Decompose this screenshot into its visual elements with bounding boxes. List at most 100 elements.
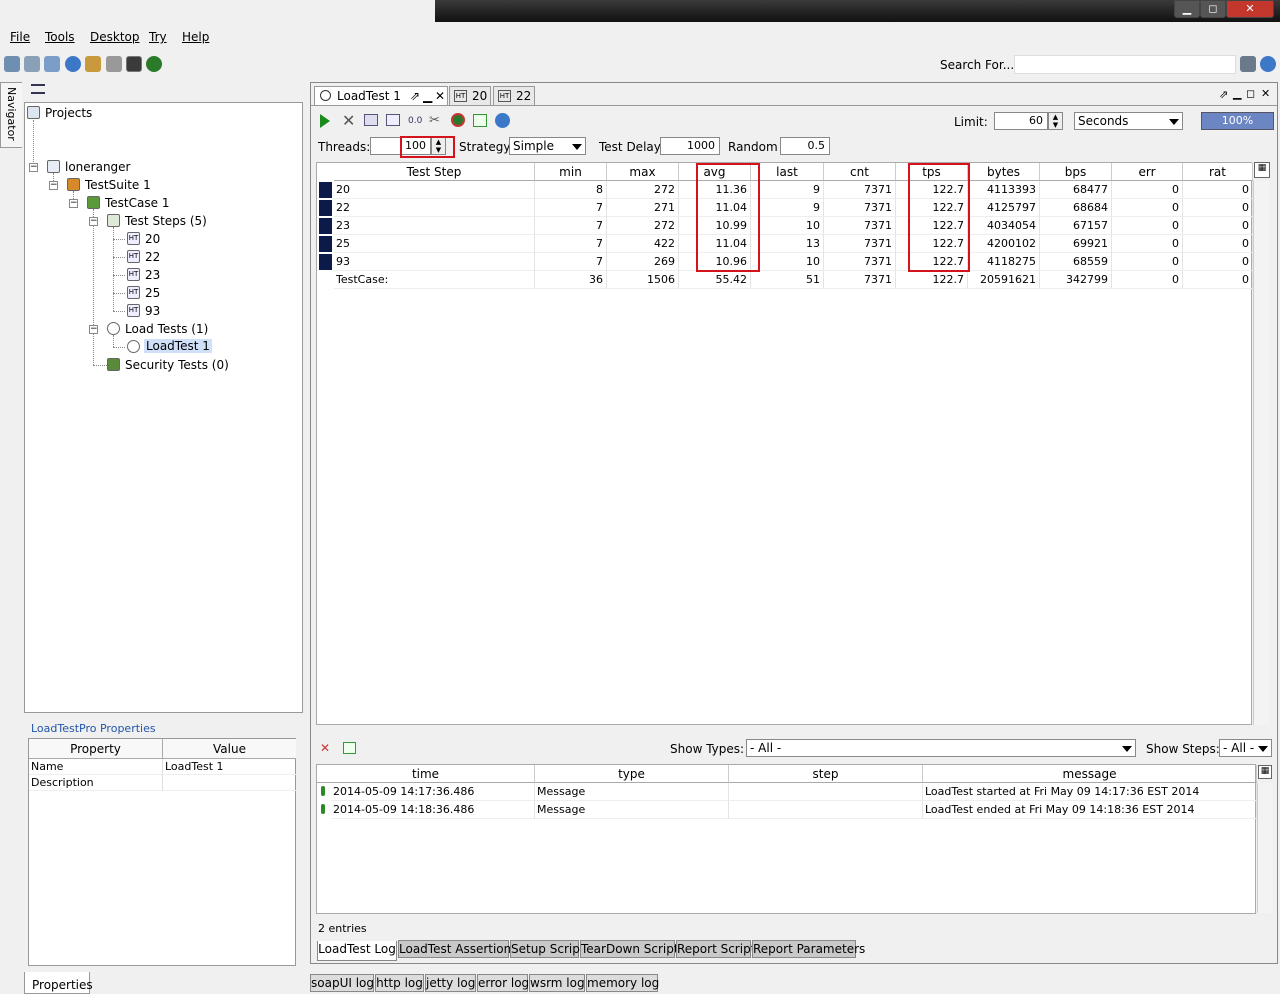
column-chooser-icon[interactable]: ▦ (1254, 162, 1270, 178)
log-header-message[interactable]: message (923, 765, 1257, 783)
proxy-icon[interactable] (126, 56, 142, 72)
tab-report-script[interactable]: Report Script (676, 940, 755, 958)
tree-step[interactable]: 23 (145, 268, 160, 282)
stats-header[interactable]: bytes (968, 163, 1040, 181)
tab-minimize-icon[interactable]: ▁ (423, 87, 432, 105)
panel-minimize-icon[interactable]: ▁ (1233, 87, 1241, 100)
search-options-icon[interactable] (1240, 56, 1256, 72)
tree-testcase[interactable]: TestCase 1 (105, 196, 169, 210)
doc-tab-loadtest[interactable]: LoadTest 1 ⇗ ▁ ✕ (314, 86, 448, 105)
import-project-icon[interactable] (24, 56, 40, 72)
tree-security-tests[interactable]: Security Tests (0) (125, 358, 229, 372)
close-window-button[interactable]: ✕ (1226, 0, 1274, 18)
show-steps-select[interactable]: - All - (1219, 739, 1272, 757)
test-delay-input[interactable]: 1000 (660, 137, 720, 155)
tree-step[interactable]: 22 (145, 250, 160, 264)
tab-wsrm-log[interactable]: wsrm log (529, 974, 585, 992)
help-icon[interactable] (65, 56, 81, 72)
menu-tools[interactable]: Tools (45, 30, 75, 44)
menu-help[interactable]: Help (182, 30, 209, 44)
tree-loadtest-selected[interactable]: LoadTest 1 (144, 339, 212, 353)
property-value-cell[interactable] (163, 775, 296, 791)
stats-header[interactable]: err (1112, 163, 1183, 181)
tab-loadtest-log[interactable]: LoadTest Log (317, 941, 397, 961)
tree-project[interactable]: loneranger (65, 160, 131, 174)
log-scrollbar[interactable] (1257, 783, 1273, 913)
doc-tab-step-22[interactable]: HT 22 (493, 86, 535, 105)
tree-testsuite[interactable]: TestSuite 1 (85, 178, 151, 192)
online-icon[interactable] (146, 56, 162, 72)
forum-icon[interactable] (85, 56, 101, 72)
cancel-icon[interactable]: ✕ (342, 111, 355, 130)
log-header-time[interactable]: time (317, 765, 535, 783)
tab-teardown-script[interactable]: TearDown Script (580, 940, 679, 958)
collapse-project-toggle[interactable]: − (29, 163, 38, 172)
collapse-suite-toggle[interactable]: − (49, 181, 58, 190)
new-project-icon[interactable] (4, 56, 20, 72)
tree-step[interactable]: 25 (145, 286, 160, 300)
projects-root[interactable]: Projects (45, 106, 92, 120)
tab-setup-script[interactable]: Setup Script (510, 940, 585, 958)
random-input[interactable]: 0.5 (780, 137, 830, 155)
limit-spinner[interactable]: ▲ ▼ (1048, 112, 1063, 130)
property-value-cell[interactable]: LoadTest 1 (163, 759, 296, 775)
options-icon[interactable]: ✂ (429, 113, 443, 128)
stats-header[interactable]: cnt (824, 163, 896, 181)
tab-http-log[interactable]: http log (375, 974, 424, 992)
tree-load-tests[interactable]: Load Tests (1) (125, 322, 208, 336)
tree-step[interactable]: 20 (145, 232, 160, 246)
properties-header-value[interactable]: Value (163, 739, 296, 759)
menu-desktop[interactable]: Desktop (90, 30, 140, 44)
stats-header[interactable]: bps (1040, 163, 1112, 181)
collapse-steps-toggle[interactable]: − (89, 217, 98, 226)
search-help-icon[interactable] (1260, 56, 1276, 72)
export-icon[interactable] (473, 114, 487, 127)
log-header-step[interactable]: step (729, 765, 923, 783)
loadui-icon[interactable] (451, 113, 465, 127)
menu-file[interactable]: File (10, 30, 30, 44)
collapse-testcase-toggle[interactable]: − (69, 199, 78, 208)
maximize-button[interactable]: ◻ (1200, 0, 1226, 18)
navigator-tab[interactable]: Navigator (0, 82, 22, 148)
tab-error-log[interactable]: error log (477, 974, 529, 992)
log-column-chooser-icon[interactable]: ▦ (1258, 765, 1272, 779)
stats-header[interactable]: min (535, 163, 607, 181)
doc-tab-step-20[interactable]: HT 20 (449, 86, 491, 105)
statistics-graph-icon[interactable] (364, 114, 378, 126)
tab-loadtest-assertions[interactable]: LoadTest Assertions (398, 940, 518, 958)
run-icon[interactable] (320, 114, 330, 128)
list-view-icon[interactable] (31, 84, 45, 94)
log-header-type[interactable]: type (535, 765, 729, 783)
tab-jetty-log[interactable]: jetty log (425, 974, 476, 992)
stats-scrollbar[interactable] (1253, 181, 1269, 725)
search-input[interactable] (1014, 55, 1236, 74)
panel-pin-icon[interactable]: ⇗ (1219, 88, 1228, 101)
tree-test-steps[interactable]: Test Steps (5) (125, 214, 207, 228)
stats-header[interactable]: max (607, 163, 679, 181)
properties-tab[interactable]: Properties (24, 972, 93, 994)
tab-report-parameters[interactable]: Report Parameters (752, 940, 865, 958)
export-log-icon[interactable] (343, 742, 356, 754)
strategy-select[interactable]: Simple (509, 137, 586, 155)
collapse-loadtests-toggle[interactable]: − (89, 325, 98, 334)
panel-maximize-icon[interactable]: ◻ (1246, 87, 1255, 100)
limit-input[interactable]: 60 (994, 112, 1048, 130)
menu-try[interactable]: Try (149, 30, 167, 44)
show-types-select[interactable]: - All - (746, 739, 1136, 757)
statistics-history-icon[interactable] (386, 114, 400, 126)
limit-unit-select[interactable]: Seconds (1074, 112, 1183, 130)
pin-icon[interactable]: ⇗ (410, 87, 420, 105)
stats-header[interactable]: rat (1183, 163, 1253, 181)
tab-memory-log[interactable]: memory log (586, 974, 659, 992)
clear-log-icon[interactable]: ✕ (320, 741, 330, 755)
loadtest-help-icon[interactable] (495, 113, 510, 128)
minimize-button[interactable]: ▁ (1174, 0, 1200, 18)
reset-stats-icon[interactable]: 0.0 (408, 116, 422, 126)
stats-header[interactable]: last (751, 163, 824, 181)
properties-header-property[interactable]: Property (29, 739, 163, 759)
tab-close-icon[interactable]: ✕ (435, 87, 445, 105)
panel-close-icon[interactable]: ✕ (1261, 87, 1270, 100)
tree-step[interactable]: 93 (145, 304, 160, 318)
save-all-icon[interactable] (44, 56, 60, 72)
stats-header[interactable]: Test Step (334, 163, 535, 181)
